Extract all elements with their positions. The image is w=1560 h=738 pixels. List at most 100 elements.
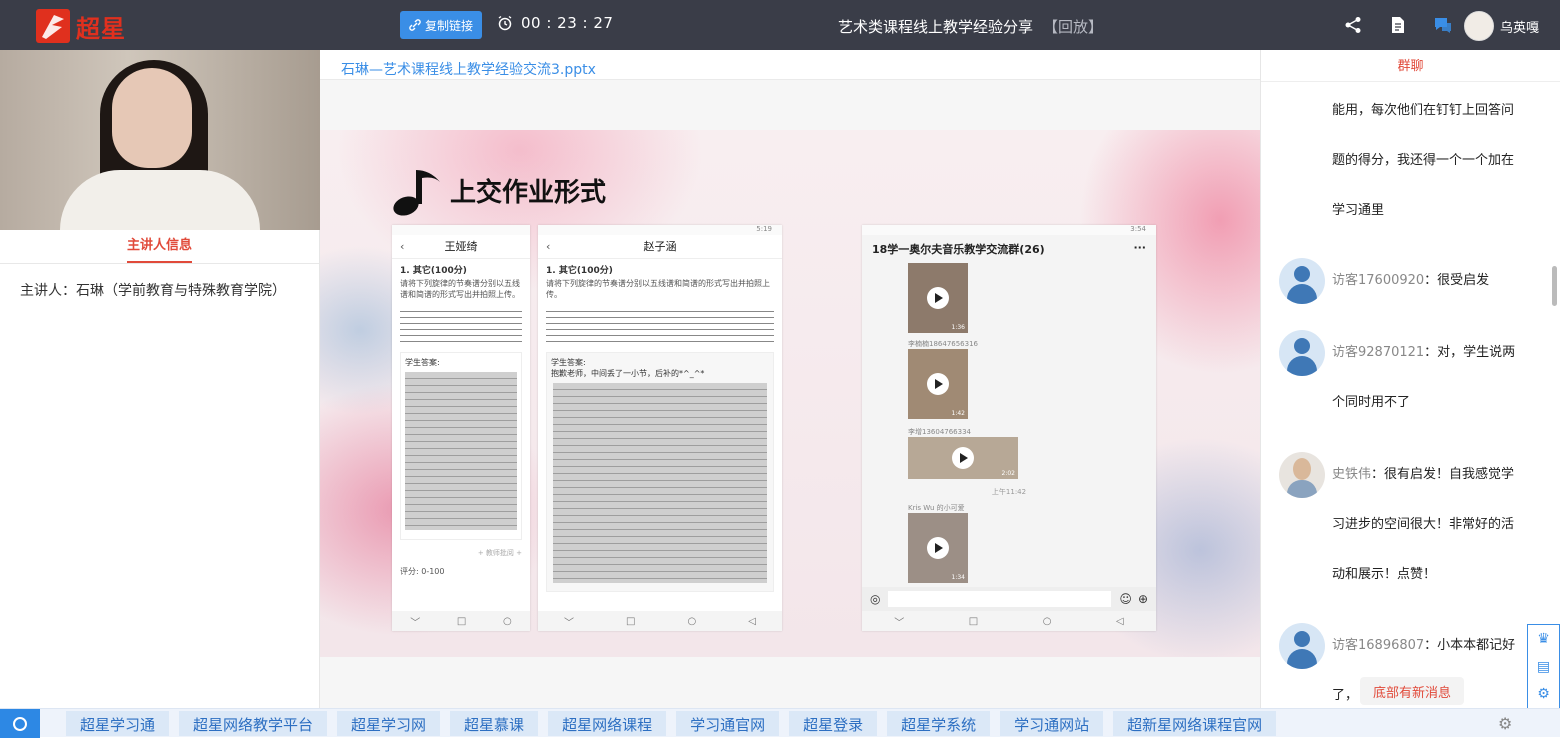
phone-header-title: 王娅绮 <box>444 240 478 253</box>
sender-name: 访客17600920 <box>1332 273 1425 288</box>
bottom-link[interactable]: 超星学习网 <box>337 711 441 736</box>
timer: 00 : 23 : 27 <box>497 14 613 32</box>
question-desc: 请将下列旋律的节奏谱分别以五线谱和简谱的形式写出并拍照上传。 <box>400 279 520 299</box>
speaker-info-text: 主讲人：石琳（学前教育与特殊教育学院） <box>20 283 286 299</box>
music-score-image <box>400 306 522 346</box>
bottom-links: 超星学习通 超星网络教学平台 超星学习网 超星慕课 超星网络课程 学习通官网 超… <box>66 711 1277 736</box>
timer-value: 00 : 23 : 27 <box>521 14 614 32</box>
more-icon: ··· <box>1133 241 1146 254</box>
answer-label: 学生答案: <box>551 358 586 367</box>
back-icon: ‹ <box>400 240 405 253</box>
tab-group-chat-label: 群聊 <box>1397 59 1424 74</box>
phone-nav-bar: ﹀ □ ○ <box>392 611 530 631</box>
bottom-link[interactable]: 超星学习通 <box>66 711 170 736</box>
tab-speaker-info[interactable]: 主讲人信息 <box>0 230 319 264</box>
pptx-filename[interactable]: 石琳—艺术课程线上教学经验交流3.pptx <box>320 50 1260 80</box>
slide: 上交作业形式 ‹ 王娅绮 1. 其它(100分) 请将下列旋律的节奏谱分别以五线谱… <box>320 130 1260 657</box>
copy-link-label: 复制链接 <box>424 18 473 33</box>
phone-screenshot-1: ‹ 王娅绮 1. 其它(100分) 请将下列旋律的节奏谱分别以五线谱和简谱的形式写… <box>392 225 530 631</box>
chat-message-text: 题的得分，我还得一个一个加在 <box>1332 153 1515 168</box>
chat-message-text: 个同时用不了 <box>1332 395 1411 410</box>
bottom-link[interactable]: 超新星网络课程官网 <box>1113 711 1277 736</box>
video-message: 1:42 <box>908 349 968 419</box>
top-icons <box>1340 12 1475 38</box>
link-icon <box>409 19 421 31</box>
music-note-icon <box>393 170 440 216</box>
phone-nav-bar: ﹀ □ ○ ◁ <box>538 611 782 631</box>
chat-scrollbar[interactable] <box>1552 266 1557 306</box>
replay-tag: 【回放】 <box>1043 18 1104 36</box>
question-desc: 请将下列旋律的节奏谱分别以五线谱和简谱的形式写出并拍照上传。 <box>546 279 770 299</box>
user-menu[interactable]: 乌英嘎 <box>1464 11 1539 41</box>
phone-status-bar: 3:54 <box>862 225 1156 235</box>
answer-label: 学生答案: <box>405 358 440 367</box>
gear-icon[interactable]: ⚙ <box>1537 686 1550 702</box>
handwritten-answer-image <box>553 383 767 583</box>
chat-message-text: ：小本本都记好 <box>1424 638 1516 653</box>
tab-group-chat[interactable]: 群聊 <box>1261 50 1560 82</box>
answer-note: 抱歉老师，中间丢了一小节，后补的*^_^* <box>551 369 705 378</box>
chat-message-text: 能用，每次他们在钉钉上回答问 <box>1332 103 1515 118</box>
top-bar: 超星 复制链接 00 : 23 : 27 艺术类课程线上教学经验分享 【回放】 乌… <box>0 0 1560 50</box>
sender-name: 访客16896807 <box>1332 638 1425 653</box>
search-icon[interactable] <box>0 709 40 738</box>
music-score-image <box>546 306 774 346</box>
visitor-avatar <box>1279 623 1325 669</box>
chat-panel: 群聊 能用，每次他们在钉钉上回答问 题的得分，我还得一个一个加在 学习通里 访客… <box>1260 50 1560 708</box>
question-title: 1. 其它(100分) <box>400 266 467 276</box>
chat-input-bar: ◎ ☺ ⊕ <box>862 587 1156 611</box>
reader-icon[interactable]: ▤ <box>1537 659 1550 675</box>
speaker-video[interactable] <box>0 50 320 230</box>
user-avatar <box>1464 11 1494 41</box>
chat-bubble-icon[interactable] <box>1430 12 1456 38</box>
chat-message-text: ：很有启发！自我感觉学 <box>1371 467 1515 482</box>
chaoxing-logo[interactable]: 超星 <box>36 8 130 44</box>
settings-gear-icon[interactable]: ⚙ <box>1498 714 1512 733</box>
bottom-link[interactable]: 超星网络教学平台 <box>179 711 328 736</box>
chat-message-text: 动和展示！点赞！ <box>1332 567 1437 582</box>
bottom-link[interactable]: 超星学系统 <box>887 711 991 736</box>
voice-icon: ◎ <box>870 592 881 606</box>
session-title-text: 艺术类课程线上教学经验分享 <box>838 18 1034 36</box>
video-message: 2:02 <box>908 437 1018 479</box>
phone-nav-bar: ﹀ □ ○ ◁ <box>862 611 1156 631</box>
user-name: 乌英嘎 <box>1500 20 1540 36</box>
alarm-clock-icon <box>498 15 512 31</box>
answer-card: 学生答案: 抱歉老师，中间丢了一小节，后补的*^_^* <box>546 352 774 592</box>
answer-card: 学生答案: <box>400 352 522 540</box>
crown-icon[interactable]: ♛ <box>1537 631 1550 647</box>
bottom-link[interactable]: 超星慕课 <box>450 711 539 736</box>
share-icon[interactable] <box>1340 12 1366 38</box>
bottom-link[interactable]: 超星登录 <box>789 711 878 736</box>
bottom-link[interactable]: 学习通网站 <box>1000 711 1104 736</box>
phone-header: ‹ 王娅绮 <box>392 235 530 259</box>
phone-status-bar <box>392 225 530 235</box>
timestamp: 上午11:42 <box>991 488 1027 496</box>
sender-name: 李增13604766334 <box>908 428 971 436</box>
speaker-face <box>112 68 192 168</box>
visitor-avatar <box>1279 258 1325 304</box>
phone-screenshot-2: 5:19 ‹ 赵子涵 1. 其它(100分) 请将下列旋律的节奏谱分别以五线谱和简… <box>538 225 782 631</box>
group-chat-header: 18学一奥尔夫音乐教学交流群(26) ··· <box>862 235 1156 261</box>
bottom-link[interactable]: 超星网络课程 <box>548 711 667 736</box>
score-field: 评分: 0-100 <box>400 567 445 576</box>
new-message-notice[interactable]: 底部有新消息 <box>1360 677 1464 705</box>
copy-link-button[interactable]: 复制链接 <box>400 11 482 39</box>
phone-status-bar: 5:19 <box>538 225 782 235</box>
plus-icon: ⊕ <box>1137 592 1148 606</box>
chat-message-text: 习进步的空间很大！非常好的活 <box>1332 517 1515 532</box>
group-chat-title: 18学一奥尔夫音乐教学交流群(26) <box>872 243 1045 256</box>
handwritten-answer-image <box>405 372 517 530</box>
speaker-body <box>60 170 260 230</box>
logo-text: 超星 <box>76 13 126 43</box>
chat-message-text: ：很受启发 <box>1424 273 1490 288</box>
phone-header-title: 赵子涵 <box>643 240 677 253</box>
bottom-link[interactable]: 学习通官网 <box>676 711 780 736</box>
slide-title-text: 上交作业形式 <box>450 177 607 208</box>
back-icon: ‹ <box>546 240 551 253</box>
sender-name: 李楠楠18647656316 <box>908 340 978 348</box>
video-message: 1:34 <box>908 513 968 583</box>
bottom-link-bar: 超星学习通 超星网络教学平台 超星学习网 超星慕课 超星网络课程 学习通官网 超… <box>0 708 1560 738</box>
phone-header: ‹ 赵子涵 <box>538 235 782 259</box>
document-icon[interactable] <box>1385 12 1411 38</box>
